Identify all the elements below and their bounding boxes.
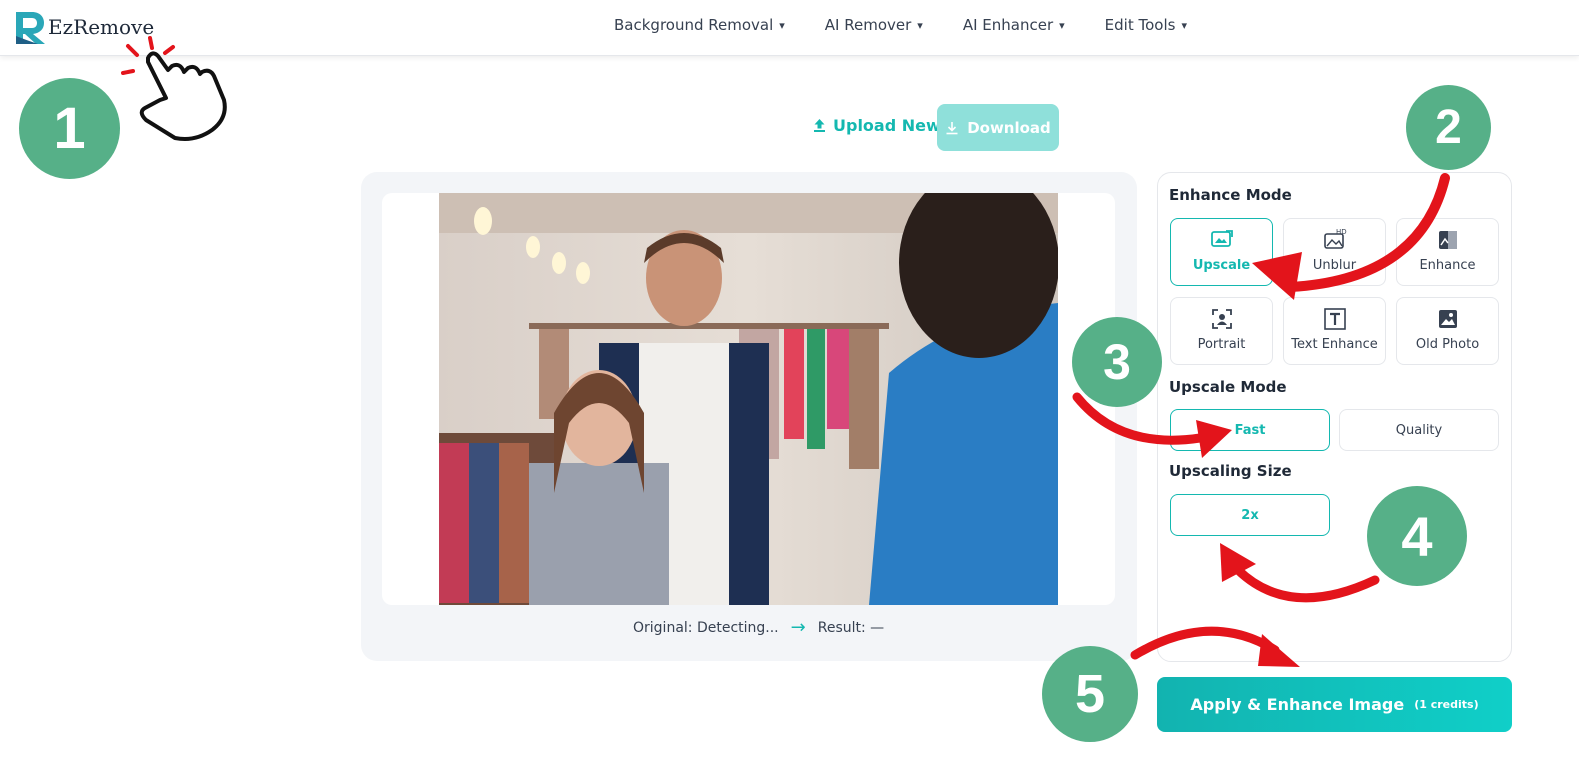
upscale-quality-button[interactable]: Quality [1339,409,1499,451]
upscale-fast-button[interactable]: Fast [1170,409,1330,451]
upscale-icon [1210,230,1233,247]
mode-label: Text Enhance [1291,337,1378,352]
hd-icon: HD [1323,228,1347,249]
nav-ai-enhancer[interactable]: AI Enhancer ▾ [963,16,1065,34]
step-5-badge: 5 [1042,646,1138,742]
mode-portrait[interactable]: Portrait [1170,297,1273,365]
chevron-down-icon: ▾ [779,18,785,32]
nav-label: Background Removal [614,16,774,34]
portrait-icon [1211,309,1232,329]
nav-edit-tools[interactable]: Edit Tools ▾ [1105,16,1187,34]
upscale-mode-heading: Upscale Mode [1169,378,1287,396]
enhance-mode-heading: Enhance Mode [1169,186,1292,204]
mode-label: Enhance [1419,258,1476,273]
upload-new-label: Upload New [833,116,941,135]
svg-text:HD: HD [1336,228,1347,236]
photo-icon [1438,310,1457,328]
credits-badge: (1 credits) [1414,698,1479,711]
step-4-badge: 4 [1367,486,1467,586]
resolution-status: Original: Detecting... → Result: — [633,617,884,638]
original-resolution-text: Original: Detecting... [633,619,779,636]
mode-old-photo[interactable]: Old Photo [1396,297,1499,365]
top-header: EzRemove Background Removal ▾ AI Remover… [0,0,1579,56]
nav-label: Edit Tools [1104,16,1176,34]
upscaling-size-heading: Upscaling Size [1169,462,1292,480]
apply-label: Apply & Enhance Image [1190,695,1405,714]
chevron-down-icon: ▾ [1181,18,1187,32]
text-icon [1323,308,1346,330]
chevron-down-icon: ▾ [917,18,923,32]
mode-unblur[interactable]: HD Unblur [1283,218,1386,286]
mode-upscale[interactable]: Upscale [1170,218,1273,286]
nav-label: AI Enhancer [962,16,1054,34]
chevron-down-icon: ▾ [1059,18,1065,32]
logo-mark-icon [16,12,45,44]
mode-label: Unblur [1312,258,1357,273]
preview-image [439,193,1058,605]
logo-text: EzRemove [48,15,155,39]
mode-label: Upscale [1192,258,1251,273]
download-button[interactable]: Download [937,104,1059,151]
apply-enhance-button[interactable]: Apply & Enhance Image (1 credits) [1157,677,1512,732]
step-1-badge: 1 [19,78,120,179]
mode-label: Old Photo [1415,337,1480,352]
download-icon [946,121,958,134]
result-resolution-text: Result: — [817,619,885,636]
store-scene-image [439,193,1058,605]
mode-label: Portrait [1197,337,1246,352]
upload-new-button[interactable]: Upload New [812,116,941,135]
size-2x-button[interactable]: 2x [1170,494,1330,536]
enhance-icon [1438,231,1457,249]
step-2-badge: 2 [1406,85,1491,170]
mode-enhance[interactable]: Enhance [1396,218,1499,286]
upload-icon [814,119,825,132]
hand-pointer-icon [139,51,227,141]
nav-label: AI Remover [824,16,912,34]
main-nav: Background Removal ▾ AI Remover ▾ AI Enh… [614,16,1227,34]
arrow-right-icon: → [790,617,806,638]
step-3-badge: 3 [1072,317,1162,407]
mode-text-enhance[interactable]: Text Enhance [1283,297,1386,365]
download-label: Download [967,118,1051,137]
nav-background-removal[interactable]: Background Removal ▾ [614,16,785,34]
logo[interactable]: EzRemove [12,8,154,46]
nav-ai-remover[interactable]: AI Remover ▾ [825,16,923,34]
